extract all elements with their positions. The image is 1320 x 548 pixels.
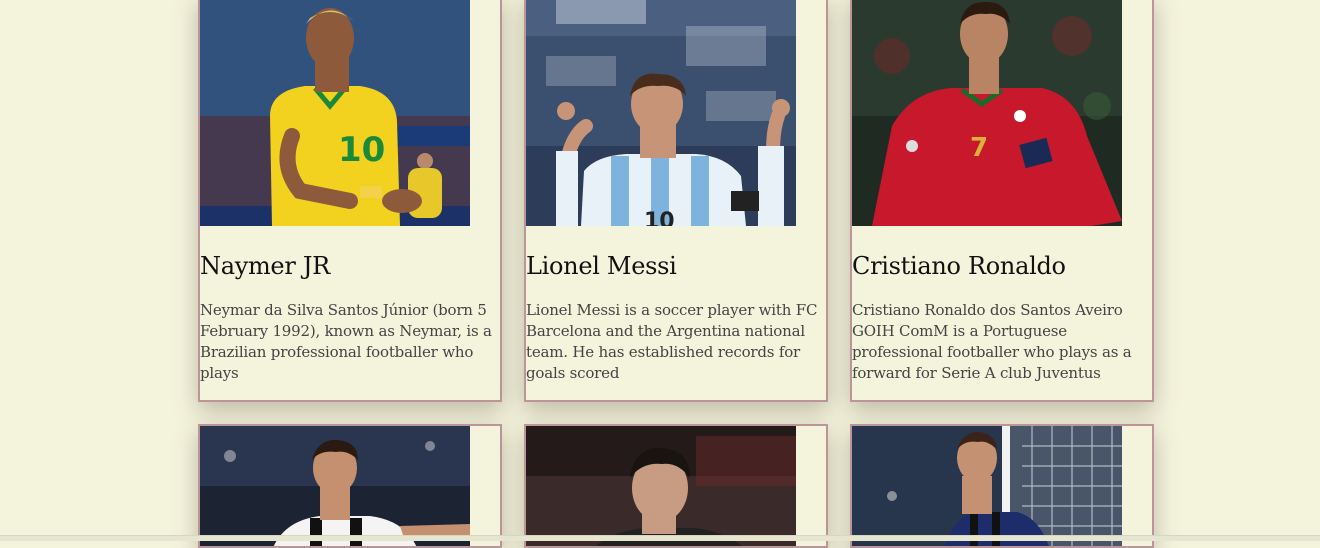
player-bio: Neymar da Silva Santos Júnior (born 5 Fe… bbox=[200, 300, 500, 384]
svg-text:7: 7 bbox=[970, 133, 988, 163]
player-name: Naymer JR bbox=[200, 252, 500, 280]
player-name: Lionel Messi bbox=[526, 252, 826, 280]
svg-text:10: 10 bbox=[644, 209, 675, 226]
player-photo-messi: 10 bbox=[526, 0, 796, 226]
player-card-dybala[interactable] bbox=[198, 424, 502, 548]
player-card-messi[interactable]: 10 Lionel Messi Lionel Messi is a soccer… bbox=[524, 0, 828, 402]
page-bottom-edge bbox=[0, 535, 1320, 541]
svg-text:10: 10 bbox=[338, 130, 385, 170]
player-photo-dybala bbox=[200, 426, 470, 548]
player-photo-neymar: 10 bbox=[200, 0, 470, 226]
player-card-grid: 10 Naymer JR Neymar da Silva Santos Júni… bbox=[198, 0, 1154, 548]
player-card-icardi[interactable] bbox=[850, 424, 1154, 548]
player-bio: Cristiano Ronaldo dos Santos Aveiro GOIH… bbox=[852, 300, 1152, 384]
player-photo-ronaldo: 7 bbox=[852, 0, 1122, 226]
player-card-ronaldo[interactable]: 7 Cristiano Ronaldo Cristiano Ronaldo do… bbox=[850, 0, 1154, 402]
player-bio: Lionel Messi is a soccer player with FC … bbox=[526, 300, 826, 384]
player-name: Cristiano Ronaldo bbox=[852, 252, 1152, 280]
player-photo-icardi bbox=[852, 426, 1122, 548]
player-photo-ozil bbox=[526, 426, 796, 548]
player-card-ozil[interactable] bbox=[524, 424, 828, 548]
player-card-neymar[interactable]: 10 Naymer JR Neymar da Silva Santos Júni… bbox=[198, 0, 502, 402]
